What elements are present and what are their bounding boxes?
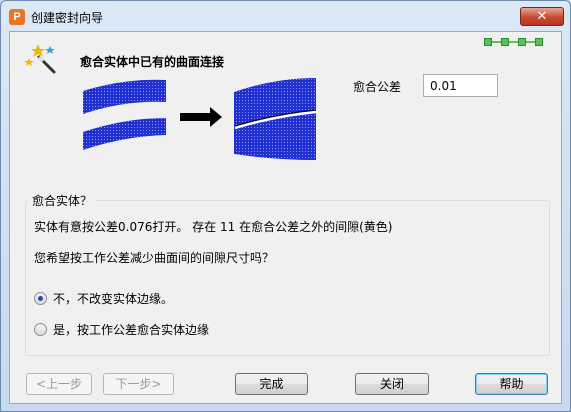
back-button[interactable]: <上一步 — [26, 373, 92, 395]
option-no-change[interactable]: 不，不改变实体边缘。 — [34, 290, 173, 307]
option-label: 不，不改变实体边缘。 — [53, 292, 174, 306]
progress-connector — [509, 41, 518, 43]
progress-step — [484, 38, 492, 46]
option-heal-edges[interactable]: 是，按工作公差愈合实体边缘 — [34, 321, 209, 338]
window-title: 创建密封向导 — [31, 11, 104, 25]
radio-button[interactable] — [34, 323, 47, 336]
progress-step — [518, 38, 526, 46]
dialog-client-area: 愈合实体中已有的曲面连接 愈合公差 0.01 愈合实体？ 实体有意按公差0.07… — [9, 31, 562, 404]
radio-button[interactable] — [34, 292, 47, 305]
progress-step — [535, 38, 543, 46]
progress-steps-icon — [484, 37, 543, 47]
page-heading: 愈合实体中已有的曲面连接 — [80, 55, 225, 69]
progress-connector — [492, 41, 501, 43]
surface-gap-illustration — [83, 78, 317, 160]
app-icon: P — [9, 9, 25, 25]
question-text: 您希望按工作公差减少曲面间的间隙尺寸吗？ — [34, 251, 275, 265]
option-label: 是，按工作公差愈合实体边缘 — [53, 323, 210, 337]
tolerance-input[interactable]: 0.01 — [423, 74, 498, 97]
progress-step — [501, 38, 509, 46]
gap-info-text: 实体有意按公差0.076打开。 存在 11 在愈合公差之外的间隙(黄色) — [34, 220, 393, 234]
progress-connector — [526, 41, 535, 43]
close-button[interactable]: 关闭 — [355, 373, 429, 395]
title-bar: P 创建密封向导 ✕ — [1, 1, 570, 31]
help-button[interactable]: 帮助 — [475, 373, 548, 395]
close-window-button[interactable]: ✕ — [520, 7, 564, 26]
magic-wand-icon — [24, 44, 56, 74]
finish-button[interactable]: 完成 — [235, 373, 308, 395]
next-button[interactable]: 下一步> — [103, 373, 174, 395]
tolerance-label: 愈合公差 — [353, 80, 402, 94]
group-title: 愈合实体？ — [28, 192, 97, 209]
wizard-window: P 创建密封向导 ✕ 愈合实体中已有的曲面连接 愈合公差 0.01 愈合实体？ … — [0, 0, 571, 412]
